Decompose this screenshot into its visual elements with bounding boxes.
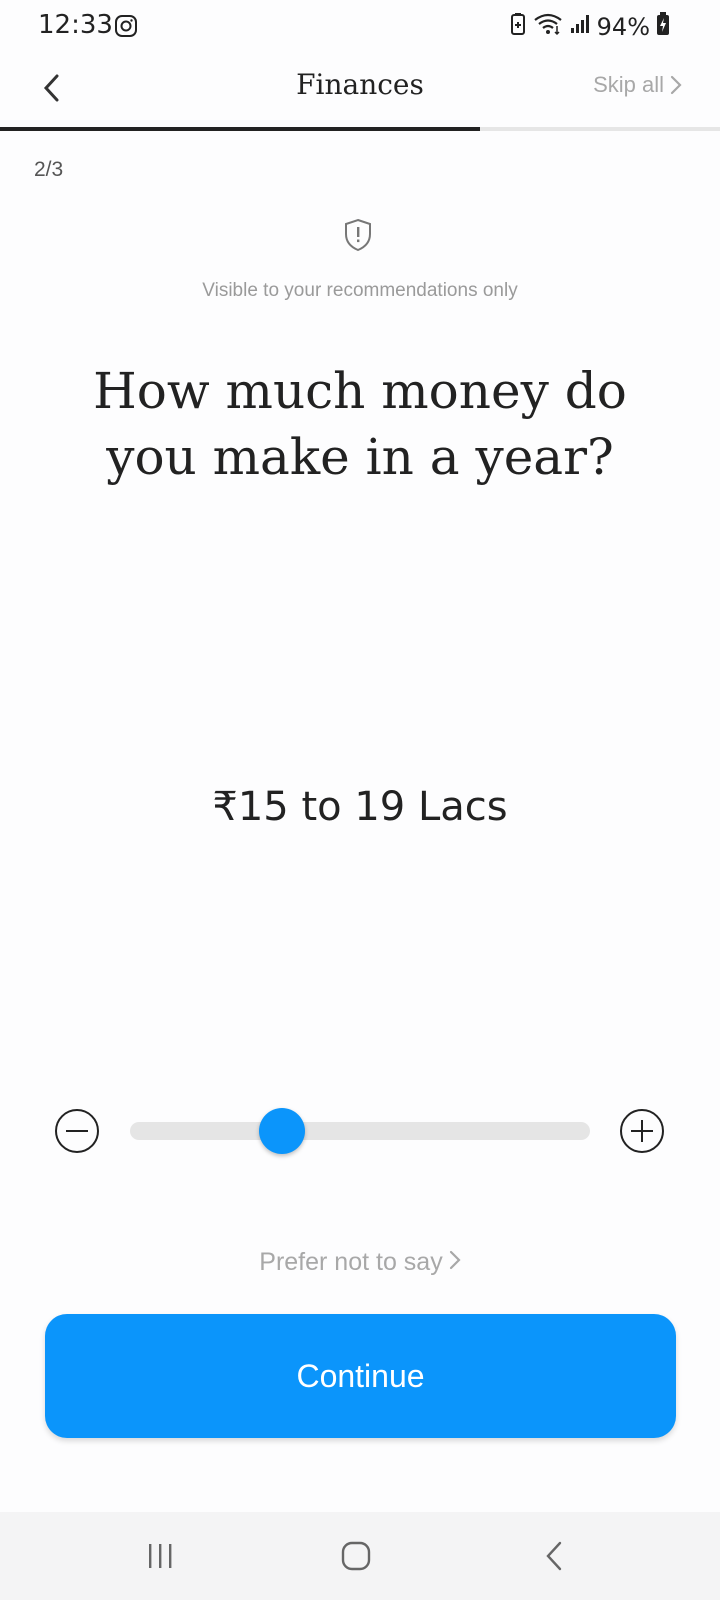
income-slider[interactable] [130, 1108, 590, 1154]
recent-apps-button[interactable] [100, 1512, 220, 1600]
progress-bar [0, 127, 720, 131]
plus-icon-vertical [641, 1120, 643, 1142]
back-icon [546, 1541, 562, 1571]
instagram-icon [114, 14, 138, 43]
progress-fill [0, 127, 480, 131]
income-slider-row [0, 1100, 720, 1164]
shield-alert-icon [343, 218, 373, 257]
skip-all-label: Skip all [593, 72, 664, 97]
recent-apps-icon [149, 1544, 172, 1568]
minus-icon [66, 1130, 88, 1132]
question-heading: How much money do you make in a year? [93, 362, 627, 486]
slider-thumb[interactable] [258, 1108, 305, 1154]
home-button[interactable] [296, 1512, 416, 1600]
app-header: Finances Skip all [0, 56, 720, 130]
selected-income-value: ₹15 to 19 Lacs [212, 784, 508, 830]
battery-saver-icon [509, 12, 527, 41]
status-bar: 12:33 94% [0, 0, 720, 56]
battery-icon [656, 12, 670, 41]
privacy-note: Visible to your recommendations only [202, 280, 518, 301]
increase-button[interactable] [620, 1109, 664, 1153]
system-nav-bar [0, 1512, 720, 1600]
signal-icon [569, 13, 591, 40]
wifi-icon [533, 12, 563, 41]
continue-button[interactable]: Continue [45, 1314, 676, 1438]
home-icon [341, 1541, 371, 1571]
step-counter: 2/3 [34, 158, 64, 181]
decrease-button[interactable] [55, 1109, 99, 1153]
prefer-not-to-say-link[interactable]: Prefer not to say [0, 1248, 720, 1278]
nav-back-button[interactable] [494, 1512, 614, 1600]
chevron-right-icon [670, 75, 682, 95]
skip-all-button[interactable]: Skip all [593, 72, 682, 98]
prefer-not-label: Prefer not to say [259, 1248, 443, 1276]
status-time: 12:33 [38, 10, 113, 40]
battery-percent: 94% [596, 12, 650, 41]
chevron-right-icon [449, 1249, 461, 1278]
